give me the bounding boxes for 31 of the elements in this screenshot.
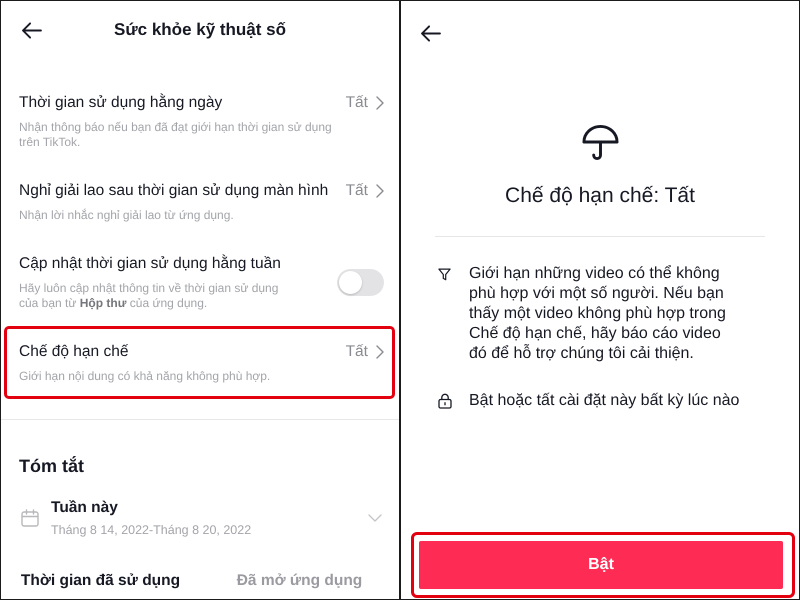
filter-icon xyxy=(438,268,451,281)
setting-value: Tất xyxy=(346,181,368,201)
umbrella-icon xyxy=(582,123,618,161)
section-heading: Tóm tắt xyxy=(19,455,84,478)
setting-description: Nhận thông báo nếu bạn đã đạt giới hạn thời gian sử dụng trên TikTok. xyxy=(19,120,333,150)
setting-title[interactable]: Thời gian sử dụng hằng ngày xyxy=(19,92,346,114)
toggle-switch[interactable] xyxy=(337,268,384,296)
turn-on-button[interactable]: Bật xyxy=(419,541,783,589)
screen-title: Sức khỏe kỹ thuật số xyxy=(113,20,287,40)
mode-status-title: Chế độ hạn chế: Tất xyxy=(505,183,695,209)
setting-title[interactable]: Chế độ hạn chế xyxy=(19,341,346,363)
setting-value: Tất xyxy=(346,93,368,113)
chevron-right-icon[interactable] xyxy=(376,345,384,359)
chevron-right-icon[interactable] xyxy=(376,96,384,110)
setting-value: Tất xyxy=(346,342,368,362)
info-text: Bật hoặc tất cài đặt này bất kỳ lúc nào xyxy=(469,391,740,411)
info-text: Giới hạn những video có thể không phù hợp với một số người. Nếu bạn thấy một video không phù hợp trong Chế độ hạn chế, hãy báo cáo video đó để hỗ trợ chúng tôi cải thiện. xyxy=(469,264,727,364)
lock-icon xyxy=(438,393,452,409)
chevron-right-icon[interactable] xyxy=(376,184,384,198)
setting-description: Hãy luôn cập nhật thông tin về thời gian sử dụng của bạn từ Hộp thư của ứng dụng. xyxy=(19,281,280,311)
back-arrow-icon[interactable] xyxy=(420,24,441,42)
calendar-icon xyxy=(21,509,39,527)
period-dates: Tháng 8 14, 2022-Tháng 8 20, 2022 xyxy=(51,522,252,538)
setting-description: Nhận lời nhắc nghỉ giải lao từ ứng dụng. xyxy=(19,208,235,223)
tab[interactable]: Thời gian đã sử dụng xyxy=(1,571,200,591)
setting-title[interactable]: Cập nhật thời gian sử dụng hằng tuần xyxy=(19,253,317,275)
period-label[interactable]: Tuần này xyxy=(51,498,118,518)
setting-title[interactable]: Nghỉ giải lao sau thời gian sử dụng màn hình xyxy=(19,180,346,202)
setting-description: Giới hạn nội dung có khả năng không phù hợp. xyxy=(19,369,272,384)
chevron-down-icon[interactable] xyxy=(368,514,382,522)
back-arrow-icon[interactable] xyxy=(21,22,42,38)
